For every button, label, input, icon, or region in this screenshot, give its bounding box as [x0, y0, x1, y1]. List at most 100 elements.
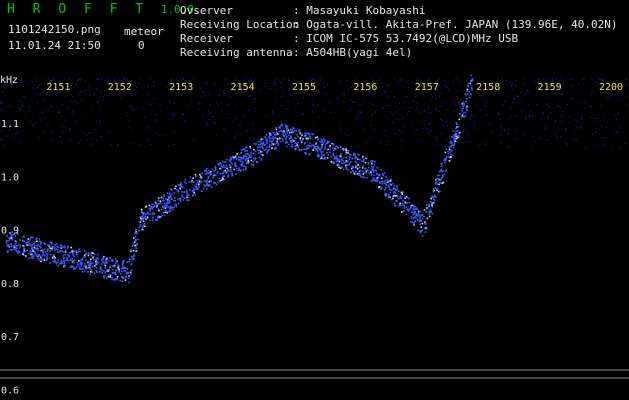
signal-dot [462, 101, 465, 104]
signal-dot [275, 131, 278, 133]
signal-dot [227, 168, 229, 171]
signal-dot [241, 161, 244, 163]
noise-dot [440, 87, 443, 89]
signal-dot [385, 179, 387, 182]
signal-dot [286, 127, 289, 129]
noise-dot [571, 78, 573, 80]
signal-dot [320, 147, 323, 149]
signal-dot [281, 123, 283, 125]
noise-dot [32, 97, 35, 99]
signal-dot [84, 263, 86, 265]
noise-dot [483, 97, 486, 99]
signal-dot [175, 206, 178, 208]
signal-dot [122, 277, 125, 280]
signal-dot [136, 242, 138, 245]
signal-dot [340, 155, 342, 158]
signal-dot [437, 188, 439, 190]
noise-dot [236, 134, 238, 136]
signal-dot [87, 254, 90, 257]
signal-dot [259, 146, 261, 148]
signal-dot [458, 113, 461, 115]
noise-dot [293, 97, 295, 99]
noise-dot [557, 128, 559, 131]
noise-dot [219, 89, 221, 91]
signal-dot [104, 267, 106, 269]
signal-dot [464, 111, 467, 114]
signal-dot [445, 148, 448, 151]
noise-dot [206, 82, 209, 84]
signal-dot [375, 170, 377, 172]
signal-dot [161, 214, 163, 217]
signal-dot [266, 151, 268, 154]
signal-dot [381, 187, 383, 190]
noise-dot [342, 93, 344, 95]
signal-dot [239, 170, 242, 172]
noise-dot [548, 106, 550, 108]
signal-dot [37, 248, 39, 250]
signal-dot [350, 161, 352, 163]
signal-dot [64, 249, 67, 252]
signal-dot [227, 176, 230, 178]
signal-dot [93, 265, 96, 267]
signal-dot [153, 206, 155, 208]
signal-dot [295, 142, 298, 145]
noise-dot [440, 93, 442, 95]
signal-dot [371, 168, 374, 171]
x-tick-label: 2151 [46, 82, 70, 93]
noise-dot [53, 79, 55, 81]
noise-dot [36, 86, 39, 88]
signal-dot [177, 184, 180, 186]
noise-dot [132, 143, 135, 145]
signal-dot [208, 169, 210, 172]
signal-dot [180, 200, 182, 202]
signal-dot [50, 242, 53, 245]
spectrogram: 2151 2152 2153 2154 2155 2156 2157 2158 2159 2200… [0, 70, 629, 400]
signal-dot [240, 152, 243, 154]
noise-dot [95, 139, 98, 141]
noise-dot [472, 80, 474, 82]
noise-dot [51, 140, 53, 142]
noise-dot [287, 108, 289, 110]
noise-dot [553, 135, 555, 137]
noise-dot [320, 80, 322, 82]
signal-dot [89, 268, 91, 270]
signal-dot [198, 186, 200, 188]
info-value: : Masayuki Kobayashi [293, 4, 426, 17]
signal-dot [331, 142, 333, 145]
signal-dot [35, 247, 37, 250]
signal-dot [101, 269, 103, 271]
signal-dot [219, 167, 221, 170]
signal-dot [321, 141, 323, 143]
signal-dot [159, 200, 162, 202]
noise-dot [287, 78, 289, 80]
signal-dot [288, 134, 290, 137]
signal-dot [348, 158, 351, 160]
signal-dot [333, 162, 336, 164]
noise-dot [84, 89, 86, 91]
x-tick-label: 2200 [599, 82, 623, 93]
signal-dot [416, 208, 419, 211]
noise-dot [80, 91, 82, 93]
noise-dot [413, 130, 415, 132]
signal-dot [364, 167, 366, 170]
signal-dot [186, 199, 188, 201]
signal-dot [397, 190, 400, 192]
noise-dot [228, 117, 230, 119]
signal-dot [314, 136, 317, 139]
signal-dot [381, 182, 383, 185]
noise-dot [485, 142, 487, 144]
signal-dot [227, 174, 229, 176]
noise-dot [374, 111, 376, 113]
noise-dot [85, 80, 87, 82]
signal-dot [471, 78, 474, 80]
signal-dot [449, 148, 451, 151]
signal-dot [238, 167, 240, 169]
signal-dot [242, 148, 245, 150]
signal-dot [128, 258, 131, 260]
signal-dot [94, 253, 96, 256]
noise-dot [462, 90, 464, 92]
signal-dot [12, 245, 15, 247]
signal-dot [262, 154, 264, 156]
noise-dot [530, 110, 532, 112]
noise-dot [457, 90, 459, 92]
